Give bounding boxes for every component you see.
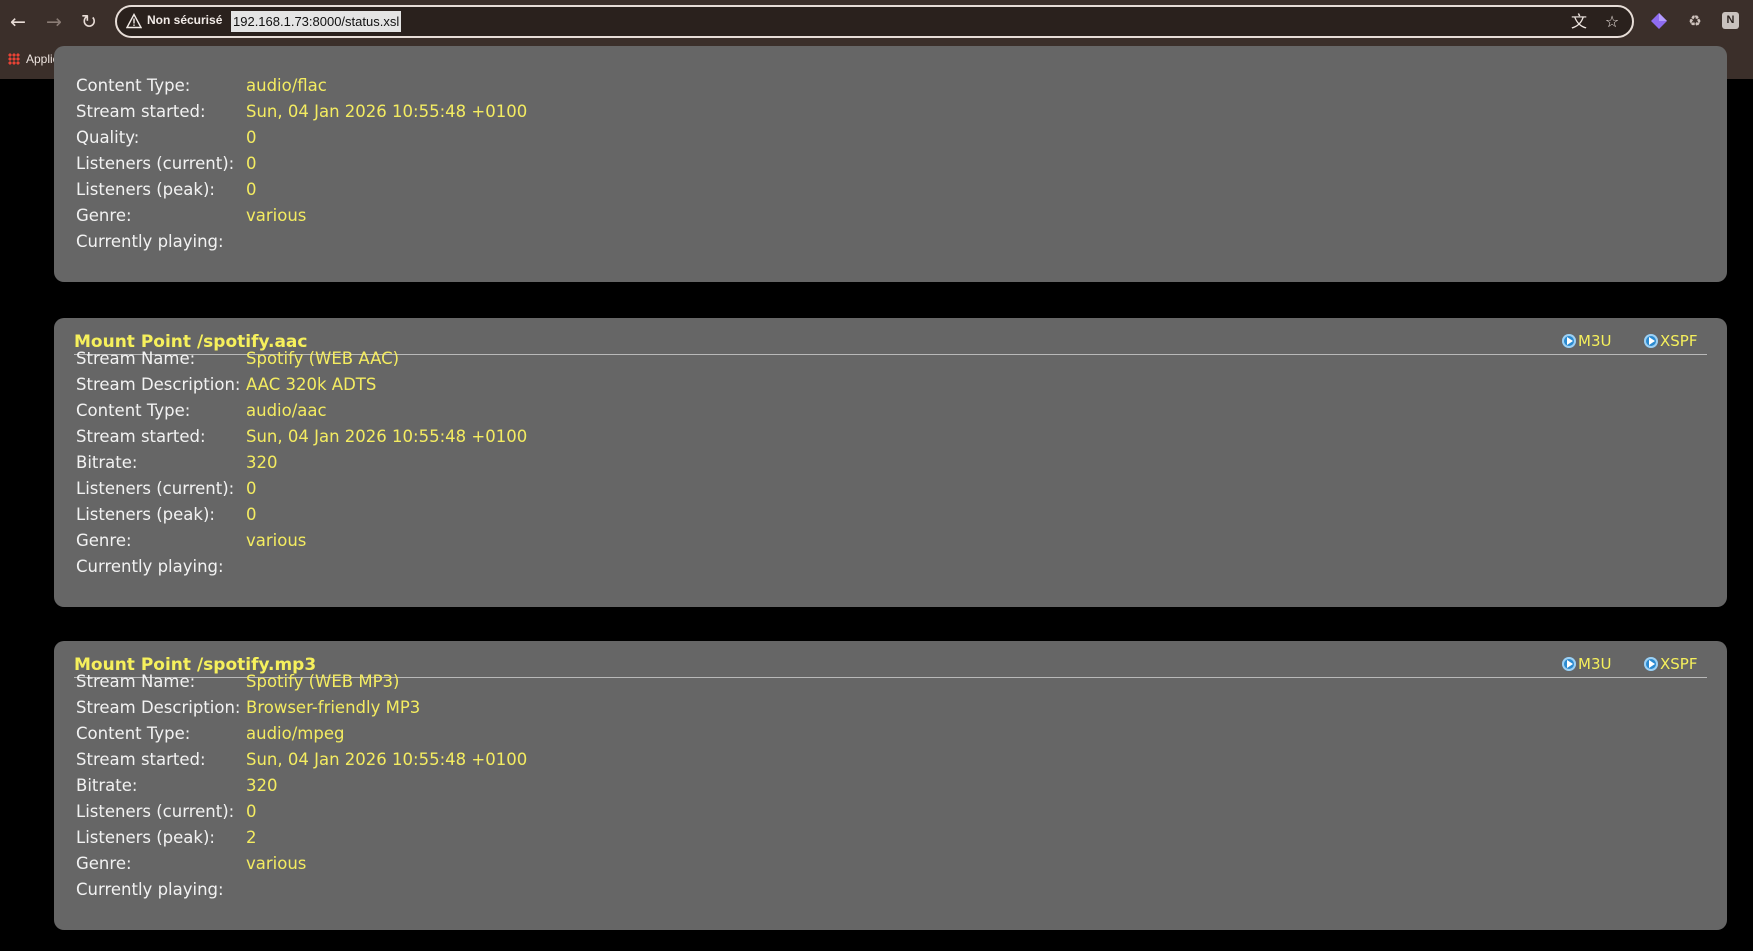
- stat-label: Content Type:: [76, 401, 191, 420]
- stat-label: Stream started:: [76, 427, 206, 446]
- stat-label: Genre:: [76, 531, 132, 550]
- m3u-playlist-link[interactable]: M3U: [1562, 655, 1611, 673]
- stat-value: Spotify (WEB MP3): [246, 672, 400, 691]
- stat-label: Listeners (current):: [76, 154, 235, 173]
- stat-value: 0: [246, 479, 257, 498]
- forward-arrow-icon[interactable]: →: [40, 8, 68, 36]
- stat-value: audio/flac: [246, 76, 327, 95]
- stat-value: Sun, 04 Jan 2026 10:55:48 +0100: [246, 427, 528, 446]
- extension-recycle-icon[interactable]: ♻: [1684, 10, 1706, 32]
- stat-value: 320: [246, 776, 278, 795]
- stat-value: 0: [246, 128, 257, 147]
- m3u-label: M3U: [1578, 655, 1612, 673]
- stat-label: Genre:: [76, 854, 132, 873]
- xspf-playlist-link[interactable]: XSPF: [1644, 655, 1697, 673]
- stat-value: audio/mpeg: [246, 724, 345, 743]
- stat-value: 2: [246, 828, 257, 847]
- m3u-playlist-link[interactable]: M3U: [1562, 332, 1611, 350]
- stat-label: Stream started:: [76, 102, 206, 121]
- stat-value: various: [246, 531, 307, 550]
- stat-value: various: [246, 854, 307, 873]
- mount-panel: Content Type: audio/flac Stream started: Su…: [54, 46, 1727, 282]
- stat-value: Spotify (WEB AAC): [246, 349, 400, 368]
- stat-label: Listeners (current):: [76, 802, 235, 821]
- warning-icon[interactable]: [126, 13, 142, 29]
- stat-value: Sun, 04 Jan 2026 10:55:48 +0100: [246, 750, 528, 769]
- stat-label: Stream started:: [76, 750, 206, 769]
- back-arrow-icon[interactable]: ←: [4, 8, 32, 36]
- stat-label: Currently playing:: [76, 557, 224, 576]
- mount-panel: Mount Point /spotify.aac M3U XSPF Stream Na…: [54, 318, 1727, 607]
- playlist-play-icon: [1644, 334, 1658, 348]
- stat-value: Browser-friendly MP3: [246, 698, 421, 717]
- stat-value: 320: [246, 453, 278, 472]
- extension-n-icon[interactable]: N: [1722, 12, 1739, 29]
- stat-label: Currently playing:: [76, 232, 224, 251]
- bookmark-star-icon[interactable]: ☆: [1601, 11, 1623, 33]
- xspf-playlist-link[interactable]: XSPF: [1644, 332, 1697, 350]
- stat-label: Listeners (current):: [76, 479, 235, 498]
- stat-label: Content Type:: [76, 724, 191, 743]
- stat-value: 0: [246, 802, 257, 821]
- translate-icon[interactable]: 文: [1568, 11, 1590, 33]
- stat-label: Bitrate:: [76, 776, 138, 795]
- stat-label: Content Type:: [76, 76, 191, 95]
- extension-gem-icon[interactable]: [1648, 10, 1670, 32]
- playlist-play-icon: [1644, 657, 1658, 671]
- stat-label: Currently playing:: [76, 880, 224, 899]
- address-bar[interactable]: Non sécurisé 192.168.1.73:8000/status.xs…: [115, 5, 1634, 38]
- stat-label: Quality:: [76, 128, 140, 147]
- stat-label: Stream Name:: [76, 672, 196, 691]
- stat-value: various: [246, 206, 307, 225]
- playlist-play-icon: [1562, 657, 1576, 671]
- url-text[interactable]: 192.168.1.73:8000/status.xsl: [231, 11, 402, 32]
- security-label[interactable]: Non sécurisé: [147, 13, 222, 27]
- stat-label: Listeners (peak):: [76, 180, 215, 199]
- m3u-label: M3U: [1578, 332, 1612, 350]
- apps-grid-icon: [8, 53, 20, 65]
- stat-value: AAC 320k ADTS: [246, 375, 377, 394]
- reload-icon[interactable]: ↻: [75, 8, 103, 36]
- xspf-label: XSPF: [1660, 332, 1698, 350]
- stat-value: audio/aac: [246, 401, 327, 420]
- stat-label: Stream Description:: [76, 698, 241, 717]
- stat-label: Stream Name:: [76, 349, 196, 368]
- stat-label: Listeners (peak):: [76, 828, 215, 847]
- stat-value: Sun, 04 Jan 2026 10:55:48 +0100: [246, 102, 528, 121]
- playlist-play-icon: [1562, 334, 1576, 348]
- stat-value: 0: [246, 505, 257, 524]
- mount-panel: Mount Point /spotify.mp3 M3U XSPF Stream Na…: [54, 641, 1727, 930]
- stat-label: Stream Description:: [76, 375, 241, 394]
- xspf-label: XSPF: [1660, 655, 1698, 673]
- stat-value: 0: [246, 180, 257, 199]
- stat-label: Listeners (peak):: [76, 505, 215, 524]
- stat-value: 0: [246, 154, 257, 173]
- stat-label: Genre:: [76, 206, 132, 225]
- stat-label: Bitrate:: [76, 453, 138, 472]
